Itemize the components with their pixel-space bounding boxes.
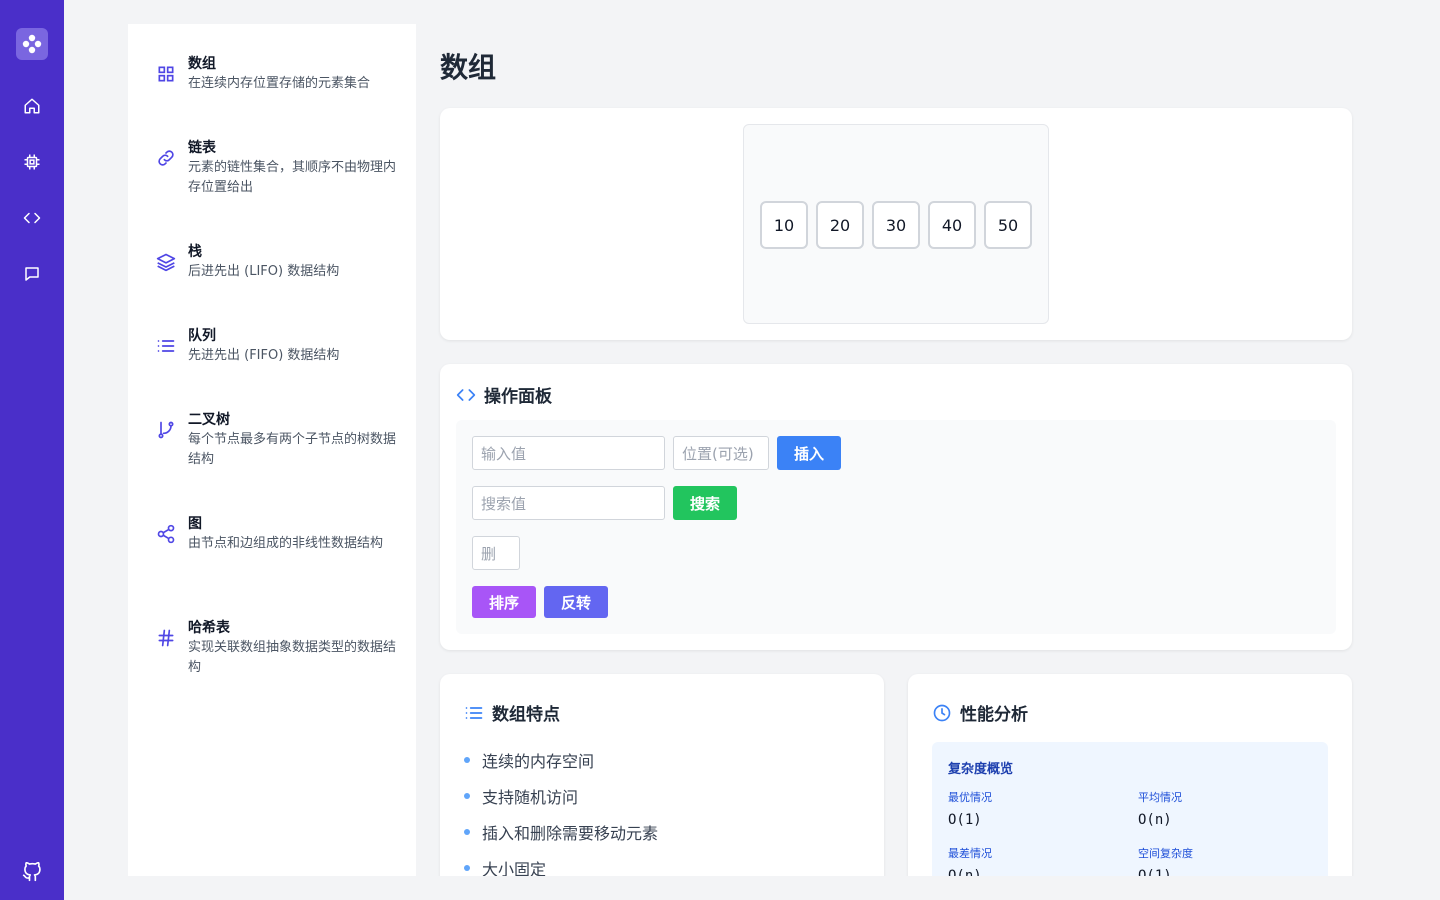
sidebar-item-title: 栈 [188, 244, 202, 260]
list-item: 支持随机访问 [464, 778, 658, 814]
sidebar-item-title: 链表 [188, 140, 216, 156]
list-icon [465, 706, 483, 719]
share-icon [157, 524, 175, 544]
array-cell[interactable]: 50 [984, 201, 1032, 249]
sidebar-item-desc: 在连续内存位置存储的元素集合 [188, 76, 371, 91]
hash-icon [158, 629, 174, 647]
operations-title: 操作面板 [484, 387, 552, 407]
page-title: 数组 [440, 51, 497, 84]
code-icon [456, 388, 476, 401]
sidebar-item-linked-list[interactable]: 链表 元素的链性集合，其顺序不由物理内存位置给出 [156, 138, 406, 198]
code-icon[interactable] [20, 206, 44, 230]
grid-icon [158, 66, 174, 82]
features-list: 连续的内存空间 支持随机访问 插入和删除需要移动元素 大小固定 [464, 742, 658, 886]
link-icon [158, 150, 174, 166]
clock-icon [933, 704, 951, 721]
app-rail [0, 0, 64, 900]
reverse-button[interactable]: 反转 [544, 586, 608, 618]
viewport-bottom-edge [128, 876, 1440, 900]
sidebar-item-stack[interactable]: 栈 后进先出 (LIFO) 数据结构 [156, 242, 406, 282]
sidebar-item-binary-tree[interactable]: 二叉树 每个节点最多有两个子节点的树数据结构 [156, 410, 406, 470]
list-icon [157, 340, 175, 352]
sidebar-item-desc: 先进先出 (FIFO) 数据结构 [188, 348, 340, 363]
array-cell[interactable]: 10 [760, 201, 808, 249]
features-card: 数组特点 连续的内存空间 支持随机访问 插入和删除需要移动元素 大小固定 [440, 674, 884, 900]
structure-sidebar: 数组 在连续内存位置存储的元素集合 链表 元素的链性集合，其顺序不由物理内存位置… [128, 24, 416, 876]
search-input[interactable]: 搜索值 [472, 486, 665, 520]
sidebar-item-desc: 由节点和边组成的非线性数据结构 [188, 536, 384, 551]
sort-button[interactable]: 排序 [472, 586, 536, 618]
performance-title: 性能分析 [960, 705, 1028, 725]
array-cell[interactable]: 40 [928, 201, 976, 249]
search-button[interactable]: 搜索 [673, 486, 737, 520]
github-icon[interactable] [20, 860, 44, 884]
sidebar-item-queue[interactable]: 队列 先进先出 (FIFO) 数据结构 [156, 326, 406, 366]
sidebar-item-desc: 后进先出 (LIFO) 数据结构 [188, 264, 340, 279]
array-visualization-card: 10 20 30 40 50 [440, 108, 1352, 340]
position-input[interactable]: 位置(可选) [673, 436, 769, 470]
sidebar-item-desc: 实现关联数组抽象数据类型的数据结构 [188, 640, 397, 675]
operations-panel: 输入值 位置(可选) 插入 搜索值 搜索 删 排序 反转 [456, 420, 1336, 634]
performance-card: 性能分析 复杂度概览 最优情况 O(1) 平均情况 O(n) 最差情况 O(n)… [908, 674, 1352, 900]
sidebar-item-graph[interactable]: 图 由节点和边组成的非线性数据结构 [156, 514, 406, 554]
sidebar-item-desc: 每个节点最多有两个子节点的树数据结构 [188, 432, 397, 467]
insert-button[interactable]: 插入 [777, 436, 841, 470]
list-item: 连续的内存空间 [464, 742, 658, 778]
layers-icon [156, 253, 176, 272]
sidebar-item-title: 二叉树 [188, 412, 230, 428]
average-case: 平均情况 O(n) [1138, 791, 1182, 828]
chip-icon[interactable] [20, 150, 44, 174]
sidebar-item-title: 数组 [188, 56, 216, 72]
array-cell[interactable]: 20 [816, 201, 864, 249]
sidebar-item-array[interactable]: 数组 在连续内存位置存储的元素集合 [156, 54, 406, 94]
value-input[interactable]: 输入值 [472, 436, 665, 470]
array-cell[interactable]: 30 [872, 201, 920, 249]
sidebar-item-hash-table[interactable]: 哈希表 实现关联数组抽象数据类型的数据结构 [156, 618, 406, 678]
sidebar-item-title: 哈希表 [188, 620, 230, 636]
home-icon[interactable] [20, 94, 44, 118]
best-case: 最优情况 O(1) [948, 791, 992, 828]
list-item: 插入和删除需要移动元素 [464, 814, 658, 850]
delete-input[interactable]: 删 [472, 536, 520, 570]
sidebar-item-title: 队列 [188, 328, 216, 344]
complexity-title: 复杂度概览 [948, 762, 1014, 777]
sidebar-item-title: 图 [188, 516, 202, 532]
operations-card: 操作面板 输入值 位置(可选) 插入 搜索值 搜索 删 排序 反转 [440, 364, 1352, 650]
array-canvas: 10 20 30 40 50 [743, 124, 1049, 324]
features-title: 数组特点 [492, 705, 560, 725]
sidebar-item-desc: 元素的链性集合，其顺序不由物理内存位置给出 [188, 160, 397, 195]
app-logo-icon[interactable] [16, 28, 48, 60]
branch-icon [158, 421, 174, 439]
chat-icon[interactable] [20, 262, 44, 286]
